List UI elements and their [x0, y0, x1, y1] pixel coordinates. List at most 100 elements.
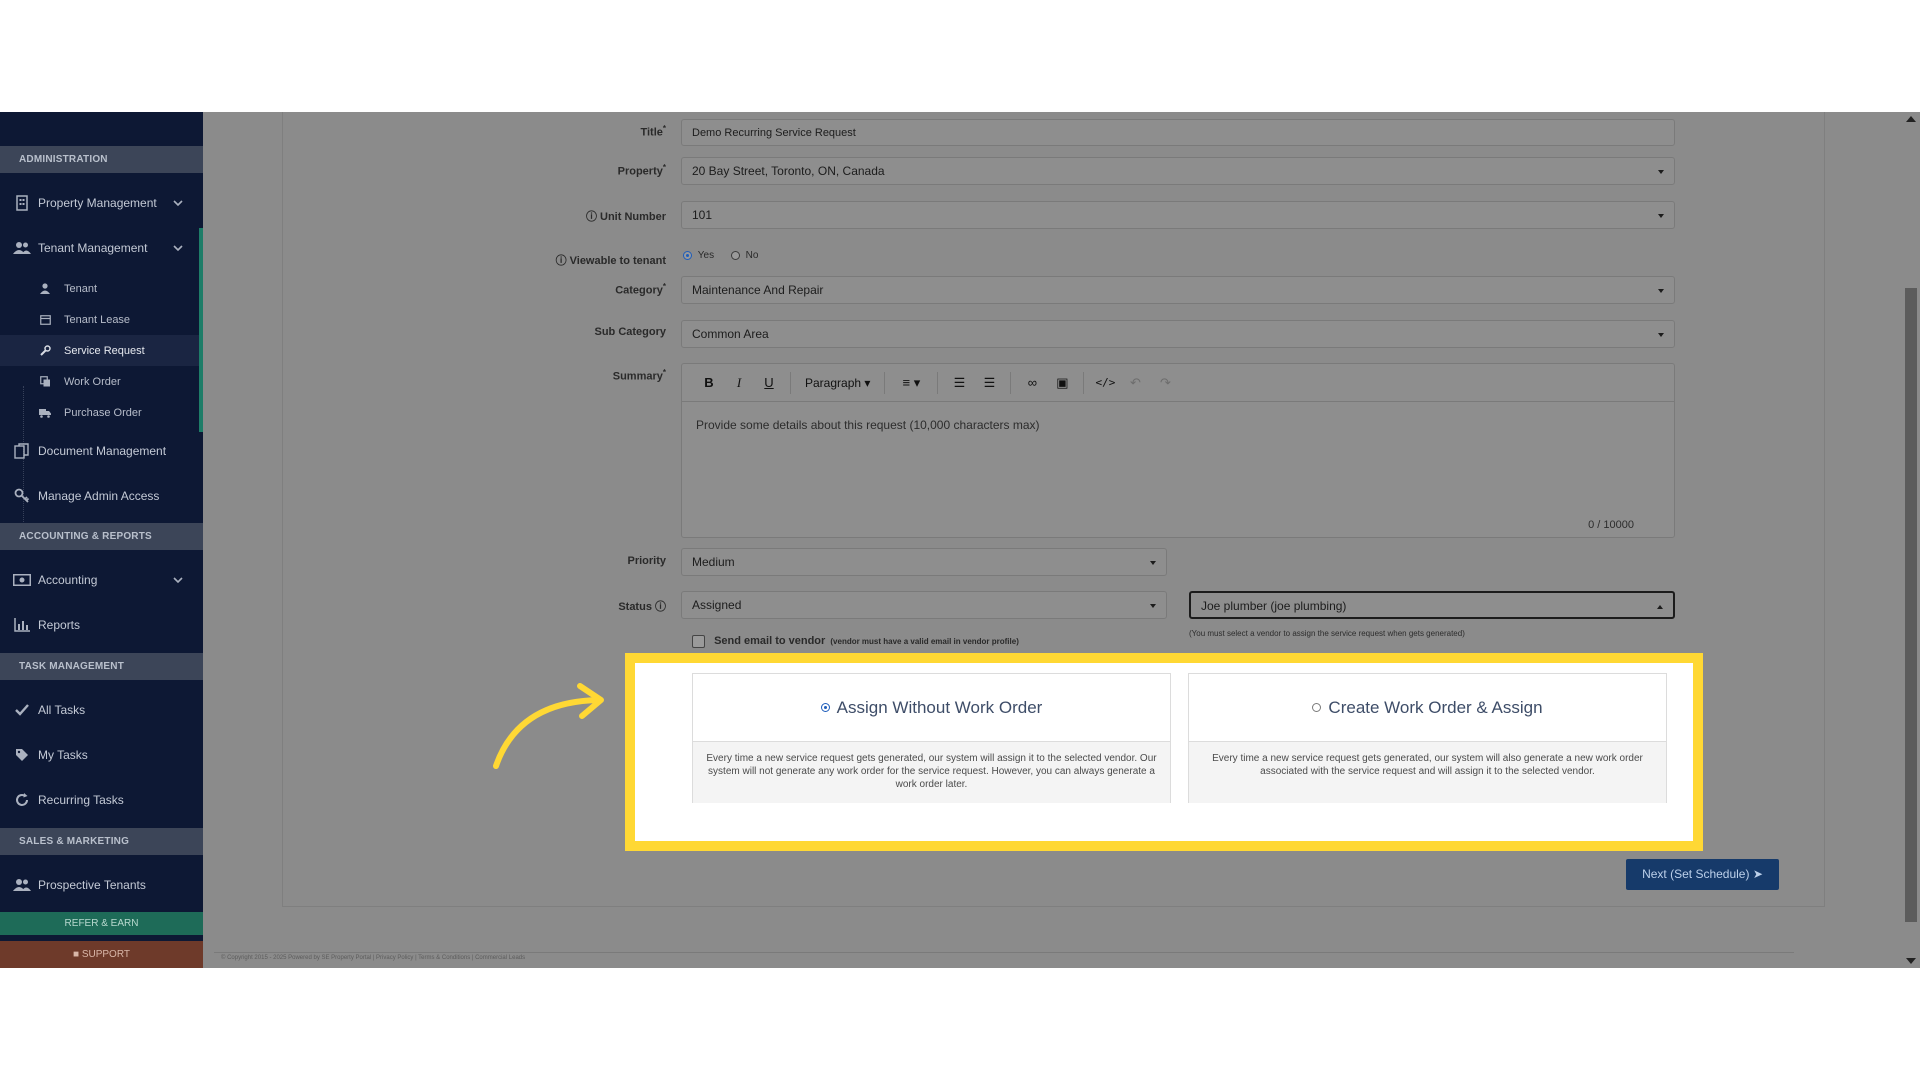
underline-icon[interactable]: U	[754, 375, 784, 390]
sidebar-item-tenant-management[interactable]: Tenant Management	[0, 228, 203, 268]
sidebar-item-document-management[interactable]: Document Management	[0, 431, 203, 471]
redo-icon[interactable]: ↷	[1150, 375, 1180, 391]
key-icon	[13, 487, 31, 505]
sidebar-item-label: Document Management	[38, 444, 167, 458]
undo-icon[interactable]: ↶	[1120, 375, 1150, 391]
vendor-select[interactable]: Joe plumber (joe plumbing)	[1189, 591, 1675, 619]
option-title: Assign Without Work Order	[836, 697, 1043, 717]
copy-icon	[38, 375, 52, 389]
sidebar-header-sales-marketing: SALES & MARKETING	[0, 828, 203, 855]
subcategory-select[interactable]: Common Area	[681, 320, 1675, 348]
sidebar-item-my-tasks[interactable]: My Tasks	[0, 735, 203, 775]
viewable-no-radio[interactable]	[730, 250, 740, 260]
editor-toolbar: B I U Paragraph ▾ ≡ ▾ ☰ ☰ ∞ ▣ </> ↶ ↷	[682, 364, 1674, 402]
create-work-order-radio[interactable]	[1312, 703, 1322, 712]
sidebar-item-prospective-tenants[interactable]: Prospective Tenants	[0, 865, 203, 905]
viewable-yes-radio[interactable]	[683, 250, 692, 260]
next-set-schedule-button[interactable]: Next (Set Schedule) ➤	[1626, 859, 1779, 890]
truck-icon	[38, 406, 52, 420]
sidebar-sub-item-purchase-order[interactable]: Purchase Order	[0, 397, 199, 428]
send-email-checkbox[interactable]	[692, 635, 705, 648]
scroll-up-icon[interactable]	[1906, 116, 1916, 122]
sidebar-item-label: Manage Admin Access	[38, 489, 160, 503]
sidebar-sub-item-tenant-lease[interactable]: Tenant Lease	[0, 304, 199, 335]
bold-icon[interactable]: B	[694, 375, 724, 390]
align-icon[interactable]: ≡ ▾	[891, 375, 931, 391]
summary-editor: B I U Paragraph ▾ ≡ ▾ ☰ ☰ ∞ ▣ </> ↶ ↷ Pr…	[681, 363, 1675, 538]
building-icon	[13, 194, 31, 212]
unit-number-select[interactable]: 101	[681, 201, 1675, 229]
option-description: Every time a new service request gets ge…	[1189, 742, 1666, 803]
priority-select[interactable]: Medium	[681, 548, 1167, 576]
code-icon[interactable]: </>	[1090, 376, 1120, 389]
italic-icon[interactable]: I	[724, 375, 754, 391]
sidebar-header-administration: ADMINISTRATION	[0, 146, 203, 173]
sidebar-sub-label: Service Request	[64, 344, 145, 357]
option-assign-without-work-order[interactable]: Assign Without Work Order Every time a n…	[692, 673, 1171, 803]
option-header: Create Work Order & Assign	[1189, 674, 1666, 742]
sidebar-item-property-management[interactable]: Property Management	[0, 183, 203, 223]
character-counter: 0 / 10000	[1588, 519, 1634, 531]
info-icon: ⓘ	[555, 255, 570, 267]
sidebar-item-label: Prospective Tenants	[38, 878, 146, 892]
check-icon	[13, 701, 31, 719]
money-icon	[13, 571, 31, 589]
pointer-arrow-icon	[493, 683, 604, 769]
send-email-row: Send email to vendor (vendor must have a…	[692, 635, 1019, 648]
sidebar-item-label: Recurring Tasks	[38, 793, 124, 807]
title-input[interactable]: Demo Recurring Service Request	[681, 119, 1675, 146]
option-title: Create Work Order & Assign	[1328, 697, 1543, 717]
link-icon[interactable]: ∞	[1017, 375, 1047, 390]
toolbar-divider	[884, 371, 886, 394]
sidebar-sub-item-service-request[interactable]: Service Request	[0, 335, 199, 366]
sidebar-sub-item-tenant[interactable]: Tenant	[0, 273, 199, 304]
sidebar-item-accounting[interactable]: Accounting	[0, 560, 203, 600]
sidebar-item-label: My Tasks	[38, 748, 88, 762]
app-window: ADMINISTRATION Property Management Tenan…	[0, 112, 1920, 968]
sidebar-sub-label: Work Order	[64, 375, 121, 388]
property-select[interactable]: 20 Bay Street, Toronto, ON, Canada	[681, 157, 1675, 185]
book-icon: ■	[73, 949, 80, 960]
option-description: Every time a new service request gets ge…	[693, 742, 1170, 803]
support-button[interactable]: ■ SUPPORT	[0, 941, 203, 968]
viewable-label: ⓘ Viewable to tenant	[555, 255, 666, 267]
refresh-icon	[13, 791, 31, 809]
sidebar-item-label: Reports	[38, 618, 81, 632]
chevron-down-icon	[173, 241, 183, 255]
sidebar-item-recurring-tasks[interactable]: Recurring Tasks	[0, 780, 203, 820]
paragraph-dropdown[interactable]: Paragraph ▾	[797, 376, 878, 390]
viewable-yes-label: Yes	[697, 250, 715, 261]
bulleted-list-icon[interactable]: ☰	[974, 375, 1004, 391]
status-select[interactable]: Assigned	[681, 591, 1167, 619]
sidebar: ADMINISTRATION Property Management Tenan…	[0, 112, 203, 968]
sidebar-item-manage-admin-access[interactable]: Manage Admin Access	[0, 476, 203, 516]
send-email-hint: (vendor must have a valid email in vendo…	[830, 637, 1019, 647]
sidebar-item-reports[interactable]: Reports	[0, 605, 203, 645]
priority-label: Priority	[627, 555, 666, 567]
category-select[interactable]: Maintenance And Repair	[681, 276, 1675, 304]
scroll-down-icon[interactable]	[1906, 958, 1916, 964]
category-label: Category*	[615, 282, 666, 297]
scrollbar-thumb[interactable]	[1905, 288, 1917, 922]
property-label: Property*	[617, 163, 666, 178]
viewable-no-label: No	[745, 250, 759, 261]
option-create-work-order[interactable]: Create Work Order & Assign Every time a …	[1188, 673, 1667, 803]
image-icon[interactable]: ▣	[1047, 375, 1077, 391]
sidebar-item-label: Property Management	[38, 196, 157, 210]
assignment-options-highlight: Assign Without Work Order Every time a n…	[625, 653, 1703, 851]
sidebar-item-all-tasks[interactable]: All Tasks	[0, 690, 203, 730]
chevron-down-icon	[173, 196, 183, 210]
arrow-circle-right-icon: ➤	[1752, 867, 1763, 881]
refer-and-earn-button[interactable]: REFER & EARN	[0, 912, 203, 935]
chevron-down-icon	[173, 573, 183, 587]
users-icon	[13, 239, 31, 257]
assign-without-radio[interactable]	[820, 703, 830, 712]
sidebar-sub-item-work-order[interactable]: Work Order	[0, 366, 199, 397]
sidebar-header-task-management: TASK MANAGEMENT	[0, 653, 203, 680]
summary-placeholder[interactable]: Provide some details about this request …	[696, 418, 1040, 432]
sidebar-item-label: Tenant Management	[38, 241, 148, 255]
numbered-list-icon[interactable]: ☰	[944, 375, 974, 391]
vendor-hint: (You must select a vendor to assign the …	[1189, 629, 1465, 638]
toolbar-divider	[1010, 371, 1012, 394]
page-scrollbar[interactable]	[1902, 112, 1920, 968]
